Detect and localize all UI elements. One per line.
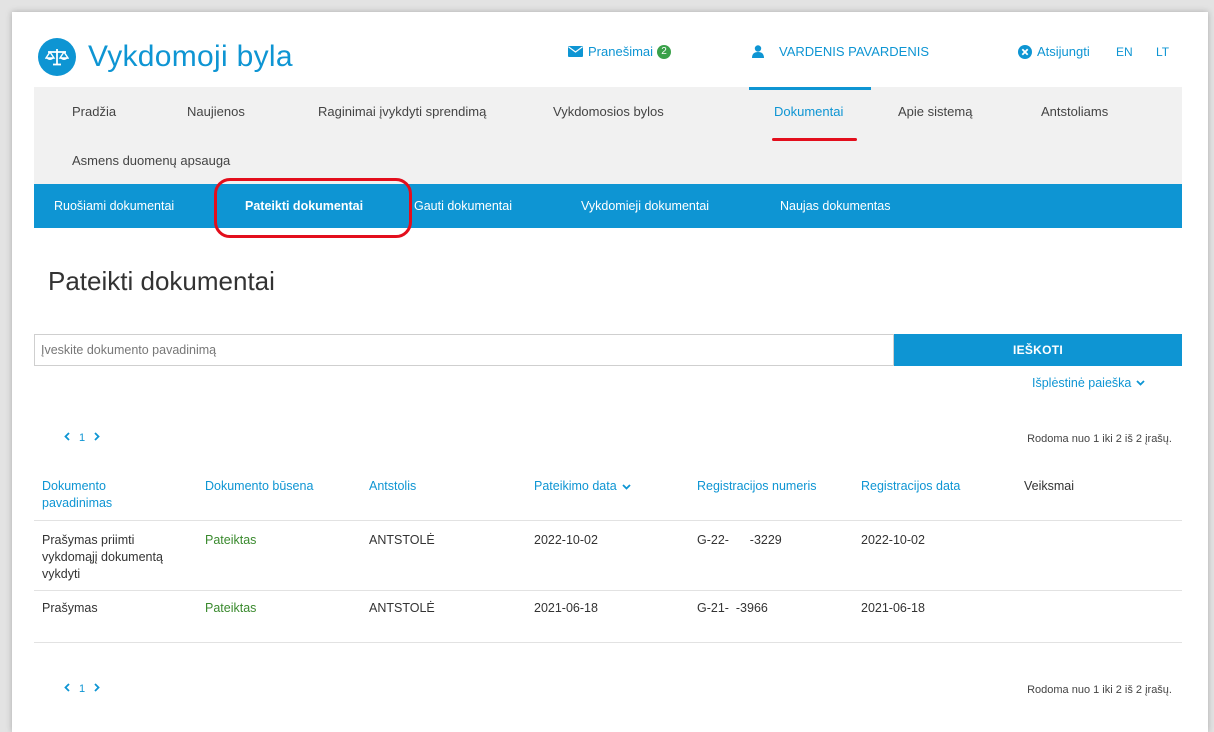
messages-count-badge: 2 xyxy=(657,44,672,59)
pagination-page[interactable]: 1 xyxy=(79,432,85,444)
lang-lt-link[interactable]: LT xyxy=(1156,45,1169,59)
cell-reg-date: 2022-10-02 xyxy=(861,533,925,547)
cell-document-status: Pateiktas xyxy=(205,601,257,615)
subnav-item-naujas[interactable]: Naujas dokumentas xyxy=(780,199,890,213)
column-header-reg-number[interactable]: Registracijos numeris xyxy=(697,478,816,495)
user-icon xyxy=(752,45,764,58)
highlight-annotation xyxy=(214,178,412,238)
chevron-left-icon[interactable] xyxy=(64,683,70,695)
advanced-search-label: Išplėstinė paieška xyxy=(1032,376,1132,390)
cell-document-status: Pateiktas xyxy=(205,533,257,547)
nav-item-antstoliams[interactable]: Antstoliams xyxy=(1041,104,1108,119)
column-header-status[interactable]: Dokumento būsena xyxy=(205,478,313,495)
cell-reg-number: G-21- -3966 xyxy=(697,601,768,615)
advanced-search-link[interactable]: Išplėstinė paieška xyxy=(1032,376,1146,390)
chevron-right-icon[interactable] xyxy=(94,432,100,444)
search-button[interactable]: IEŠKOTI xyxy=(894,334,1182,366)
subnav-item-ruosiami[interactable]: Ruošiami dokumentai xyxy=(54,199,174,213)
cell-bailiff: ANTSTOLĖ xyxy=(369,601,435,615)
user-menu[interactable]: VARDENIS PAVARDENIS xyxy=(752,44,929,59)
page: Vykdomoji byla Pranešimai 2 VARDENIS PAV… xyxy=(12,12,1208,732)
subnav-item-vykdomieji[interactable]: Vykdomieji dokumentai xyxy=(581,199,709,213)
column-header-reg-date[interactable]: Registracijos data xyxy=(861,478,960,495)
cell-submitted-date: 2021-06-18 xyxy=(534,601,598,615)
nav-item-naujienos[interactable]: Naujienos xyxy=(187,104,245,119)
pagination-bottom: 1 xyxy=(64,683,100,695)
nav-item-pradzia[interactable]: Pradžia xyxy=(72,104,116,119)
records-count: Rodoma nuo 1 iki 2 iš 2 įrašų. xyxy=(1027,433,1172,445)
cell-document-name[interactable]: Prašymas xyxy=(42,600,192,617)
cell-reg-number: G-22- -3229 xyxy=(697,533,782,547)
cell-document-name[interactable]: Prašymas priimti vykdomąjį dokumentą vyk… xyxy=(42,532,192,583)
column-header-bailiff[interactable]: Antstolis xyxy=(369,478,416,495)
app-title: Vykdomoji byla xyxy=(88,40,293,73)
chevron-right-icon[interactable] xyxy=(94,683,100,695)
active-tab-indicator xyxy=(749,87,871,90)
pagination-top: 1 xyxy=(64,432,100,444)
chevron-down-icon xyxy=(622,483,631,490)
table-divider xyxy=(34,520,1182,521)
subnav-item-gauti[interactable]: Gauti dokumentai xyxy=(414,199,512,213)
nav-item-dokumentai[interactable]: Dokumentai xyxy=(774,104,843,119)
messages-label: Pranešimai xyxy=(588,44,654,59)
nav-item-raginimai[interactable]: Raginimai įvykdyti sprendimą xyxy=(318,104,486,119)
column-header-submitted[interactable]: Pateikimo data xyxy=(534,478,631,495)
page-title: Pateikti dokumentai xyxy=(48,266,275,296)
lang-en-link[interactable]: EN xyxy=(1116,45,1133,59)
cell-submitted-date: 2022-10-02 xyxy=(534,533,598,547)
records-count: Rodoma nuo 1 iki 2 iš 2 įrašų. xyxy=(1027,684,1172,696)
logout-link[interactable]: Atsijungti xyxy=(1018,44,1090,59)
column-header-submitted-label: Pateikimo data xyxy=(534,479,617,493)
nav-item-vykdomosios-bylos[interactable]: Vykdomosios bylos xyxy=(553,104,664,119)
cell-reg-date: 2021-06-18 xyxy=(861,601,925,615)
chevron-down-icon xyxy=(1136,380,1146,386)
chevron-left-icon[interactable] xyxy=(64,432,70,444)
nav-item-asmens-duomenu-apsauga[interactable]: Asmens duomenų apsauga xyxy=(72,153,230,168)
close-circle-icon xyxy=(1018,44,1032,59)
column-header-actions: Veiksmai xyxy=(1024,479,1075,493)
main-nav: Pradžia Naujienos Raginimai įvykdyti spr… xyxy=(34,87,1182,197)
pagination-page[interactable]: 1 xyxy=(79,683,85,695)
column-header-name[interactable]: Dokumento pavadinimas xyxy=(42,478,162,512)
user-name: VARDENIS PAVARDENIS xyxy=(779,44,930,59)
active-tab-underline xyxy=(772,138,857,141)
messages-link[interactable]: Pranešimai 2 xyxy=(568,44,672,59)
table-divider xyxy=(34,642,1182,643)
app-logo[interactable]: Vykdomoji byla xyxy=(38,38,293,76)
nav-item-apie-sistema[interactable]: Apie sistemą xyxy=(898,104,972,119)
logout-label: Atsijungti xyxy=(1037,44,1090,59)
search-input[interactable] xyxy=(34,334,894,366)
sub-nav: Ruošiami dokumentai Pateikti dokumentai … xyxy=(34,184,1182,228)
table-divider xyxy=(34,590,1182,591)
envelope-icon xyxy=(568,46,583,57)
cell-bailiff: ANTSTOLĖ xyxy=(369,533,435,547)
scales-icon xyxy=(38,38,76,76)
